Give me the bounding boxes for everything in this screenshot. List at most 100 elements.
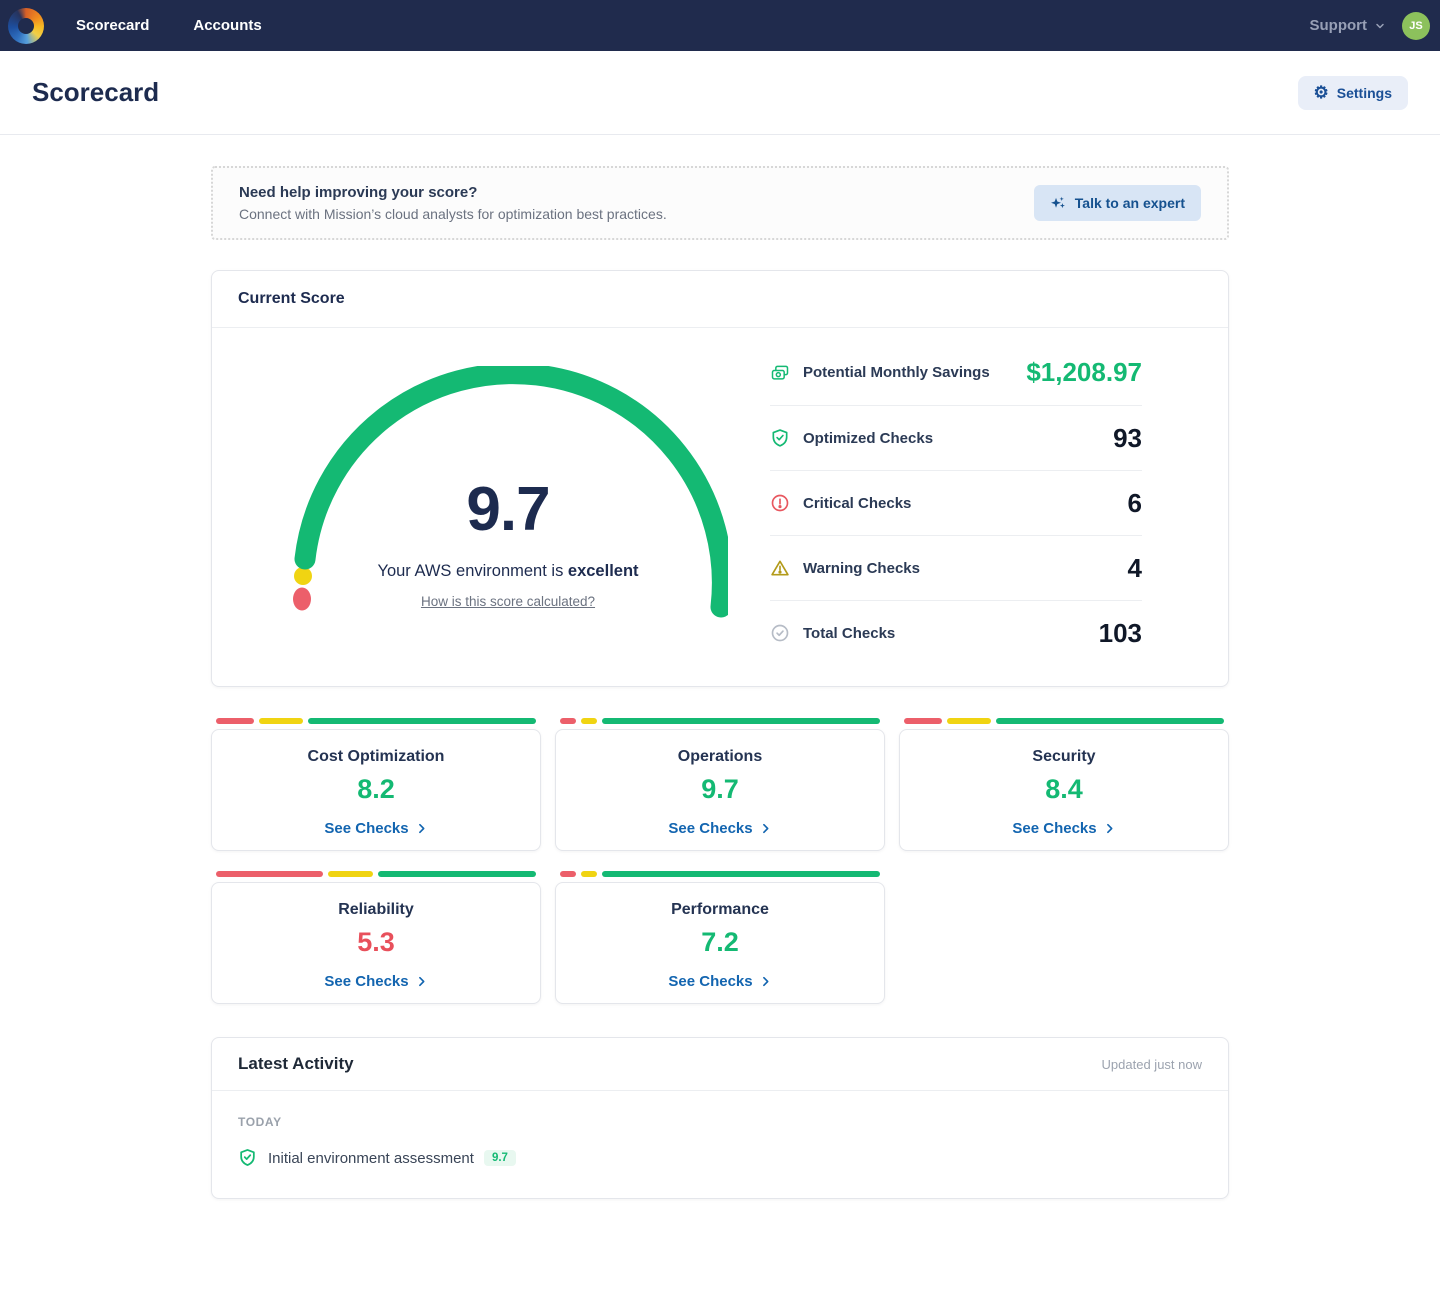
see-checks-link[interactable]: See Checks: [668, 820, 771, 837]
stat-value: 103: [1099, 618, 1142, 649]
chevron-right-icon: [1103, 822, 1116, 835]
stat-value: 4: [1128, 553, 1142, 584]
settings-label: Settings: [1337, 85, 1392, 101]
page-header: Scorecard ⚙ Settings: [0, 51, 1440, 135]
stat-row: Warning Checks 4: [770, 535, 1142, 600]
shield-check-icon: [770, 428, 790, 448]
bar-segment-green: [308, 718, 536, 724]
stat-row: Potential Monthly Savings $1,208.97: [770, 340, 1142, 405]
see-checks-link[interactable]: See Checks: [324, 973, 427, 990]
bar-segment-red: [904, 718, 942, 724]
category-card: Performance 7.2 See Checks: [555, 882, 885, 1004]
bar-segment-green: [602, 871, 880, 877]
nav-right: Support JS: [1310, 12, 1431, 40]
category-card: Operations 9.7 See Checks: [555, 729, 885, 851]
category-title: Operations: [556, 748, 884, 766]
nav-item-accounts[interactable]: Accounts: [193, 17, 261, 34]
stat-label: Warning Checks: [803, 560, 920, 577]
see-checks-label: See Checks: [668, 973, 752, 990]
bar-segment-green: [602, 718, 880, 724]
activity-score-badge: 9.7: [484, 1150, 516, 1166]
shield-check-icon: [238, 1148, 258, 1168]
current-score-header: Current Score: [212, 271, 1228, 328]
category-card: Cost Optimization 8.2 See Checks: [211, 729, 541, 851]
score-gauge: 9.7 Your AWS environment is excellent Ho…: [288, 366, 728, 654]
category-card: Reliability 5.3 See Checks: [211, 882, 541, 1004]
category-score: 9.7: [556, 774, 884, 805]
stat-row: Total Checks 103: [770, 600, 1142, 665]
bar-segment-red: [216, 871, 323, 877]
chevron-down-icon: [1374, 20, 1386, 32]
stat-label: Total Checks: [803, 625, 895, 642]
category-score: 7.2: [556, 927, 884, 958]
talk-to-expert-button[interactable]: Talk to an expert: [1034, 185, 1201, 221]
bar-segment-red: [560, 871, 576, 877]
stat-value: $1,208.97: [1026, 357, 1142, 388]
mission-logo-icon[interactable]: [8, 8, 44, 44]
category-score: 5.3: [212, 927, 540, 958]
stat-value: 6: [1128, 488, 1142, 519]
activity-updated-timestamp: Updated just now: [1102, 1057, 1202, 1072]
current-score-card: Current Score 9.7 Your AWS environment i…: [211, 270, 1229, 687]
avatar[interactable]: JS: [1402, 12, 1430, 40]
category-score: 8.4: [900, 774, 1228, 805]
activity-group-label: TODAY: [238, 1115, 1202, 1129]
check-circle-icon: [770, 623, 790, 643]
help-banner: Need help improving your score? Connect …: [211, 166, 1229, 240]
main-content: Need help improving your score? Connect …: [211, 135, 1229, 1199]
stat-label: Optimized Checks: [803, 430, 933, 447]
cash-icon: [770, 363, 790, 383]
category-grid: Cost Optimization 8.2 See Checks Operati…: [211, 729, 1229, 1004]
bar-segment-yellow: [328, 871, 373, 877]
current-score-body: 9.7 Your AWS environment is excellent Ho…: [212, 328, 1228, 686]
see-checks-link[interactable]: See Checks: [324, 820, 427, 837]
support-menu[interactable]: Support: [1310, 17, 1387, 34]
latest-activity-card: Latest Activity Updated just now TODAY I…: [211, 1037, 1229, 1199]
warning-triangle-icon: [770, 558, 790, 578]
bar-segment-red: [216, 718, 254, 724]
latest-activity-header: Latest Activity Updated just now: [212, 1038, 1228, 1091]
category-score: 8.2: [212, 774, 540, 805]
category-score-bar: [560, 718, 880, 724]
score-calculation-link[interactable]: How is this score calculated?: [288, 594, 728, 609]
current-score-value: 9.7: [288, 474, 728, 545]
stat-label: Critical Checks: [803, 495, 911, 512]
bar-segment-red: [560, 718, 576, 724]
help-banner-subtitle: Connect with Mission’s cloud analysts fo…: [239, 206, 667, 222]
bar-segment-yellow: [581, 718, 597, 724]
nav-links: Scorecard Accounts: [76, 17, 262, 34]
top-nav: Scorecard Accounts Support JS: [0, 0, 1440, 51]
category-score-bar: [560, 871, 880, 877]
alert-circle-icon: [770, 493, 790, 513]
activity-item: Initial environment assessment 9.7: [238, 1148, 1202, 1168]
see-checks-link[interactable]: See Checks: [1012, 820, 1115, 837]
see-checks-label: See Checks: [1012, 820, 1096, 837]
sparkles-icon: [1050, 195, 1067, 212]
bar-segment-yellow: [581, 871, 597, 877]
current-score-title: Current Score: [238, 290, 345, 308]
chevron-right-icon: [415, 822, 428, 835]
see-checks-link[interactable]: See Checks: [668, 973, 771, 990]
see-checks-label: See Checks: [324, 820, 408, 837]
category-score-bar: [904, 718, 1224, 724]
page-title: Scorecard: [32, 77, 159, 108]
stat-row: Optimized Checks 93: [770, 405, 1142, 470]
bar-segment-yellow: [947, 718, 990, 724]
latest-activity-body: TODAY Initial environment assessment 9.7: [212, 1091, 1228, 1198]
score-stats: Potential Monthly Savings $1,208.97 Opti…: [770, 340, 1142, 665]
gear-icon: ⚙: [1314, 84, 1329, 101]
category-score-bar: [216, 871, 536, 877]
see-checks-label: See Checks: [668, 820, 752, 837]
score-description: Your AWS environment is excellent: [288, 562, 728, 581]
support-label: Support: [1310, 17, 1368, 34]
category-title: Reliability: [212, 901, 540, 919]
category-title: Security: [900, 748, 1228, 766]
stat-label: Potential Monthly Savings: [803, 364, 990, 381]
chevron-right-icon: [415, 975, 428, 988]
activity-item-label: Initial environment assessment: [268, 1150, 474, 1167]
score-description-highlight: excellent: [568, 562, 639, 580]
settings-button[interactable]: ⚙ Settings: [1298, 76, 1408, 110]
stat-value: 93: [1113, 423, 1142, 454]
nav-item-scorecard[interactable]: Scorecard: [76, 17, 149, 34]
see-checks-label: See Checks: [324, 973, 408, 990]
